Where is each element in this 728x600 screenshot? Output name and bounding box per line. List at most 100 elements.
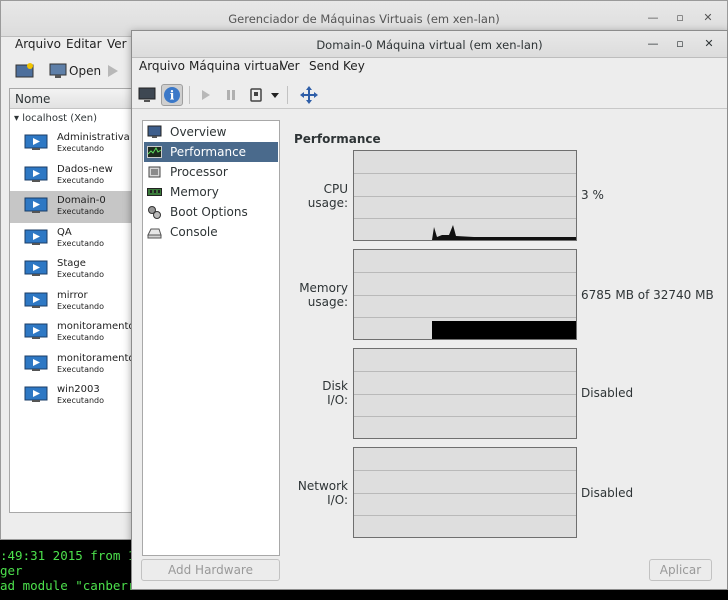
disk-label-line1: Disk — [322, 379, 348, 393]
memory-icon — [147, 188, 162, 196]
memory-usage-value: 6785 MB of 32740 MB — [581, 288, 714, 302]
vm-status: Executando — [57, 270, 105, 279]
network-label-line2: I/O: — [327, 493, 348, 507]
terminal-line: ad module "canberr — [0, 578, 136, 593]
memory-label: Memory usage: — [268, 281, 348, 309]
vm-status: Executando — [57, 396, 105, 405]
terminal-line: ger — [0, 563, 23, 578]
domain-titlebar: Domain-0 Máquina virtual (em xen-lan) — … — [132, 31, 727, 58]
vm-name: Stage — [57, 258, 86, 269]
vm-monitor-icon — [24, 386, 48, 402]
nav-item-label: Processor — [170, 165, 228, 179]
vm-monitor-icon — [24, 134, 48, 150]
domain-title: Domain-0 Máquina virtual (em xen-lan) — [316, 38, 543, 52]
nav-item-console[interactable]: Console — [144, 222, 278, 242]
disk-io-graph — [353, 348, 577, 439]
list-item[interactable]: Domain-0 Executando — [10, 191, 136, 223]
menu-editar[interactable]: Editar — [66, 37, 102, 51]
vm-monitor-icon — [24, 355, 48, 371]
list-item[interactable]: Stage Executando — [10, 254, 136, 286]
nav-item-boot-options[interactable]: Boot Options — [144, 202, 278, 222]
disk-label-line2: I/O: — [327, 393, 348, 407]
play-icon — [202, 90, 210, 100]
nav-item-memory[interactable]: Memory — [144, 182, 278, 202]
menu-maquina-virtual[interactable]: Máquina virtual — [189, 59, 282, 73]
cpu-usage-sparkline — [432, 225, 576, 240]
vm-status: Executando — [57, 364, 105, 374]
vm-status: Executando — [57, 144, 105, 153]
list-item[interactable]: win2003 Executando — [10, 380, 136, 412]
performance-title: Performance — [294, 132, 381, 146]
details-view-button[interactable]: i — [161, 84, 183, 106]
network-label: Network I/O: — [268, 479, 348, 507]
open-button[interactable]: Open — [69, 64, 101, 78]
run-button[interactable] — [195, 84, 217, 106]
domain-menubar: Arquivo Máquina virtual Ver Send Key — [132, 59, 727, 79]
menu-ver[interactable]: Ver — [280, 59, 300, 73]
vm-monitor-icon — [24, 323, 48, 339]
vm-name: QA — [57, 226, 72, 238]
console-view-button[interactable] — [136, 84, 158, 106]
toolbar-separator — [287, 86, 288, 104]
minimize-icon[interactable]: — — [646, 11, 660, 25]
menu-send-key[interactable]: Send Key — [309, 59, 365, 73]
vm-monitor-icon — [24, 292, 48, 308]
vm-name: Administrativa — [57, 132, 130, 143]
vm-monitor-icon — [24, 229, 48, 245]
performance-icon — [147, 146, 162, 158]
vm-status: Executando — [57, 333, 105, 342]
terminal-line: :49:31 2015 from 1 — [0, 548, 136, 563]
maximize-icon[interactable]: ▫ — [673, 11, 687, 25]
expander-icon[interactable]: ▾ — [14, 113, 19, 124]
vm-list-header[interactable]: Nome — [10, 89, 136, 109]
memory-label-line2: usage: — [307, 295, 348, 309]
menu-arquivo[interactable]: Arquivo — [15, 37, 61, 51]
nav-item-overview[interactable]: Overview — [144, 122, 278, 142]
maximize-icon[interactable]: ▫ — [673, 37, 687, 51]
processor-icon — [148, 166, 161, 178]
minimize-icon[interactable]: — — [646, 37, 660, 51]
nav-item-processor[interactable]: Processor — [144, 162, 278, 182]
toolbar-separator — [189, 86, 190, 104]
menu-arquivo[interactable]: Arquivo — [139, 59, 185, 73]
network-io-graph — [353, 447, 577, 538]
vm-name: monitoramento — [57, 321, 135, 332]
chevron-down-icon — [271, 93, 279, 98]
host-row[interactable]: ▾ localhost (Xen) — [14, 113, 97, 124]
list-item[interactable]: mirror Executando — [10, 286, 136, 318]
run-icon[interactable] — [107, 64, 119, 78]
vm-monitor-icon — [24, 260, 48, 276]
vm-monitor-icon — [24, 166, 48, 182]
shutdown-button[interactable] — [245, 84, 267, 106]
network-io-value: Disabled — [581, 486, 634, 500]
list-item[interactable]: Administrativa Executando — [10, 128, 136, 160]
power-icon — [250, 88, 262, 102]
list-item[interactable]: Dados-new Executando — [10, 160, 136, 192]
manager-toolbar: Open — [1, 57, 133, 87]
pause-button[interactable] — [220, 84, 242, 106]
list-item[interactable]: monitoramento Executando — [10, 349, 136, 381]
manager-title: Gerenciador de Máquinas Virtuais (em xen… — [228, 12, 500, 26]
vm-status: Executando — [57, 175, 105, 185]
info-icon: i — [164, 87, 180, 103]
vm-name: monitoramento — [57, 352, 135, 364]
nav-item-performance[interactable]: Performance — [144, 142, 278, 162]
new-vm-icon[interactable] — [15, 62, 35, 80]
shutdown-dropdown[interactable] — [268, 84, 282, 106]
list-item[interactable]: monitoramento Executando — [10, 317, 136, 349]
domain-toolbar: i — [132, 81, 727, 109]
cpu-label-line2: usage: — [307, 196, 348, 210]
close-icon[interactable]: ✕ — [702, 37, 716, 51]
add-hardware-button[interactable]: Add Hardware — [141, 559, 280, 581]
vm-name: Dados-new — [57, 163, 113, 175]
nav-item-label: Performance — [170, 145, 247, 159]
apply-button[interactable]: Aplicar — [649, 559, 712, 581]
memory-label-line1: Memory — [299, 281, 348, 295]
menu-ver[interactable]: Ver — [107, 37, 127, 51]
hardware-nav: Overview Performance Processor Memory Bo… — [142, 120, 280, 556]
fullscreen-button[interactable] — [298, 84, 320, 106]
list-item[interactable]: QA Executando — [10, 223, 136, 255]
close-icon[interactable]: ✕ — [701, 11, 715, 25]
vm-status: Executando — [57, 207, 105, 216]
fullscreen-icon — [300, 86, 318, 104]
